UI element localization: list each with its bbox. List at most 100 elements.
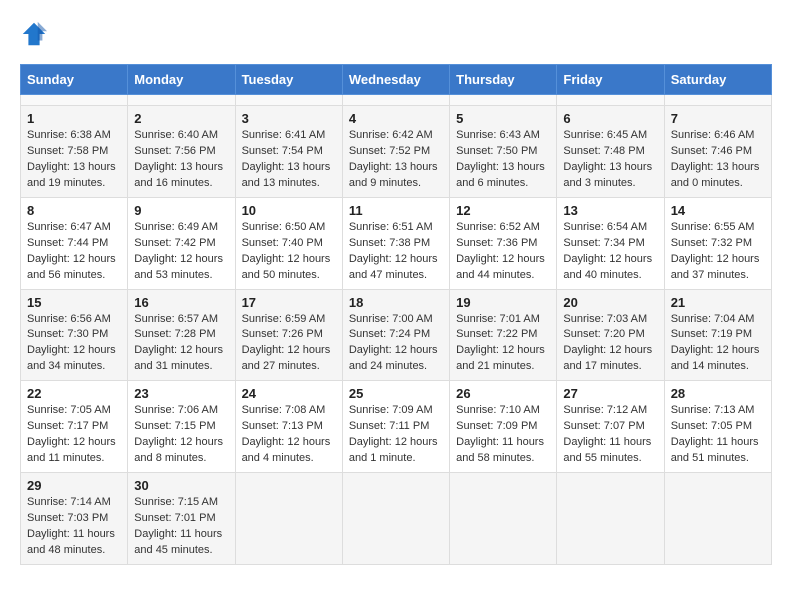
calendar-cell: 7 Sunrise: 6:46 AM Sunset: 7:46 PM Daylig…: [664, 106, 771, 198]
day-info: Sunrise: 6:59 AM Sunset: 7:26 PM Dayligh…: [242, 312, 336, 376]
calendar-cell: 1 Sunrise: 6:38 AM Sunset: 7:58 PM Daylig…: [21, 106, 128, 198]
calendar-cell: [235, 473, 342, 565]
day-number: 5: [456, 111, 550, 126]
calendar-cell: 26 Sunrise: 7:10 AM Sunset: 7:09 PM Dayli…: [450, 381, 557, 473]
day-number: 30: [134, 478, 228, 493]
calendar-cell: 3 Sunrise: 6:41 AM Sunset: 7:54 PM Daylig…: [235, 106, 342, 198]
day-number: 22: [27, 386, 121, 401]
day-info: Sunrise: 7:06 AM Sunset: 7:15 PM Dayligh…: [134, 403, 228, 467]
day-number: 15: [27, 295, 121, 310]
day-info: Sunrise: 6:52 AM Sunset: 7:36 PM Dayligh…: [456, 220, 550, 284]
calendar-cell: 11Sunrise: 6:51 AM Sunset: 7:38 PM Dayli…: [342, 197, 449, 289]
calendar-cell: [664, 95, 771, 106]
day-number: 28: [671, 386, 765, 401]
calendar-week-row: 15 Sunrise: 6:56 AM Sunset: 7:30 PM Dayli…: [21, 289, 772, 381]
day-info: Sunrise: 7:05 AM Sunset: 7:17 PM Dayligh…: [27, 403, 121, 467]
calendar-cell: 29 Sunrise: 7:14 AM Sunset: 7:03 PM Dayli…: [21, 473, 128, 565]
calendar-cell: 19Sunrise: 7:01 AM Sunset: 7:22 PM Dayli…: [450, 289, 557, 381]
day-info: Sunrise: 6:56 AM Sunset: 7:30 PM Dayligh…: [27, 312, 121, 376]
logo: [20, 20, 52, 48]
calendar-cell: [342, 473, 449, 565]
day-info: Sunrise: 6:47 AM Sunset: 7:44 PM Dayligh…: [27, 220, 121, 284]
day-info: Sunrise: 6:55 AM Sunset: 7:32 PM Dayligh…: [671, 220, 765, 284]
calendar-cell: 4Sunrise: 6:42 AM Sunset: 7:52 PM Daylig…: [342, 106, 449, 198]
day-info: Sunrise: 6:41 AM Sunset: 7:54 PM Dayligh…: [242, 128, 336, 192]
day-number: 7: [671, 111, 765, 126]
calendar-week-row: 22 Sunrise: 7:05 AM Sunset: 7:17 PM Dayli…: [21, 381, 772, 473]
day-number: 9: [134, 203, 228, 218]
day-number: 24: [242, 386, 336, 401]
calendar-cell: [557, 473, 664, 565]
calendar-cell: 15 Sunrise: 6:56 AM Sunset: 7:30 PM Dayli…: [21, 289, 128, 381]
day-info: Sunrise: 7:12 AM Sunset: 7:07 PM Dayligh…: [563, 403, 657, 467]
calendar-cell: 30 Sunrise: 7:15 AM Sunset: 7:01 PM Dayli…: [128, 473, 235, 565]
calendar-cell: 27 Sunrise: 7:12 AM Sunset: 7:07 PM Dayli…: [557, 381, 664, 473]
calendar-week-row: 1 Sunrise: 6:38 AM Sunset: 7:58 PM Daylig…: [21, 106, 772, 198]
calendar-cell: [235, 95, 342, 106]
day-number: 23: [134, 386, 228, 401]
day-info: Sunrise: 6:46 AM Sunset: 7:46 PM Dayligh…: [671, 128, 765, 192]
day-info: Sunrise: 7:03 AM Sunset: 7:20 PM Dayligh…: [563, 312, 657, 376]
day-number: 12: [456, 203, 550, 218]
calendar-cell: 8 Sunrise: 6:47 AM Sunset: 7:44 PM Daylig…: [21, 197, 128, 289]
calendar-cell: 14 Sunrise: 6:55 AM Sunset: 7:32 PM Dayli…: [664, 197, 771, 289]
day-number: 25: [349, 386, 443, 401]
day-number: 16: [134, 295, 228, 310]
day-info: Sunrise: 6:40 AM Sunset: 7:56 PM Dayligh…: [134, 128, 228, 192]
calendar-cell: 22 Sunrise: 7:05 AM Sunset: 7:17 PM Dayli…: [21, 381, 128, 473]
day-number: 27: [563, 386, 657, 401]
calendar-header-row: SundayMondayTuesdayWednesdayThursdayFrid…: [21, 65, 772, 95]
calendar-cell: 24 Sunrise: 7:08 AM Sunset: 7:13 PM Dayli…: [235, 381, 342, 473]
calendar-table: SundayMondayTuesdayWednesdayThursdayFrid…: [20, 64, 772, 565]
calendar-cell: 2 Sunrise: 6:40 AM Sunset: 7:56 PM Daylig…: [128, 106, 235, 198]
col-header-monday: Monday: [128, 65, 235, 95]
calendar-cell: 6 Sunrise: 6:45 AM Sunset: 7:48 PM Daylig…: [557, 106, 664, 198]
calendar-cell: 16Sunrise: 6:57 AM Sunset: 7:28 PM Dayli…: [128, 289, 235, 381]
calendar-cell: 17 Sunrise: 6:59 AM Sunset: 7:26 PM Dayli…: [235, 289, 342, 381]
day-number: 13: [563, 203, 657, 218]
day-number: 19: [456, 295, 550, 310]
day-number: 29: [27, 478, 121, 493]
col-header-wednesday: Wednesday: [342, 65, 449, 95]
calendar-cell: [557, 95, 664, 106]
calendar-cell: 10Sunrise: 6:50 AM Sunset: 7:40 PM Dayli…: [235, 197, 342, 289]
calendar-cell: 20 Sunrise: 7:03 AM Sunset: 7:20 PM Dayli…: [557, 289, 664, 381]
day-number: 2: [134, 111, 228, 126]
day-number: 8: [27, 203, 121, 218]
day-info: Sunrise: 7:13 AM Sunset: 7:05 PM Dayligh…: [671, 403, 765, 467]
col-header-saturday: Saturday: [664, 65, 771, 95]
day-info: Sunrise: 6:38 AM Sunset: 7:58 PM Dayligh…: [27, 128, 121, 192]
calendar-cell: 18 Sunrise: 7:00 AM Sunset: 7:24 PM Dayli…: [342, 289, 449, 381]
col-header-friday: Friday: [557, 65, 664, 95]
day-info: Sunrise: 6:49 AM Sunset: 7:42 PM Dayligh…: [134, 220, 228, 284]
day-info: Sunrise: 6:45 AM Sunset: 7:48 PM Dayligh…: [563, 128, 657, 192]
day-number: 21: [671, 295, 765, 310]
logo-icon: [20, 20, 48, 48]
col-header-thursday: Thursday: [450, 65, 557, 95]
day-info: Sunrise: 7:00 AM Sunset: 7:24 PM Dayligh…: [349, 312, 443, 376]
day-number: 20: [563, 295, 657, 310]
col-header-sunday: Sunday: [21, 65, 128, 95]
day-number: 3: [242, 111, 336, 126]
day-number: 11: [349, 203, 443, 218]
day-info: Sunrise: 7:08 AM Sunset: 7:13 PM Dayligh…: [242, 403, 336, 467]
day-number: 18: [349, 295, 443, 310]
calendar-cell: 12 Sunrise: 6:52 AM Sunset: 7:36 PM Dayli…: [450, 197, 557, 289]
page-header: [20, 20, 772, 48]
day-info: Sunrise: 7:15 AM Sunset: 7:01 PM Dayligh…: [134, 495, 228, 559]
calendar-cell: [128, 95, 235, 106]
calendar-week-row: [21, 95, 772, 106]
calendar-week-row: 29 Sunrise: 7:14 AM Sunset: 7:03 PM Dayli…: [21, 473, 772, 565]
day-number: 1: [27, 111, 121, 126]
day-info: Sunrise: 7:14 AM Sunset: 7:03 PM Dayligh…: [27, 495, 121, 559]
calendar-cell: 23 Sunrise: 7:06 AM Sunset: 7:15 PM Dayli…: [128, 381, 235, 473]
day-number: 6: [563, 111, 657, 126]
calendar-cell: [342, 95, 449, 106]
calendar-cell: [21, 95, 128, 106]
day-number: 17: [242, 295, 336, 310]
day-number: 26: [456, 386, 550, 401]
calendar-cell: 5Sunrise: 6:43 AM Sunset: 7:50 PM Daylig…: [450, 106, 557, 198]
calendar-cell: 13Sunrise: 6:54 AM Sunset: 7:34 PM Dayli…: [557, 197, 664, 289]
day-number: 14: [671, 203, 765, 218]
day-info: Sunrise: 7:10 AM Sunset: 7:09 PM Dayligh…: [456, 403, 550, 467]
